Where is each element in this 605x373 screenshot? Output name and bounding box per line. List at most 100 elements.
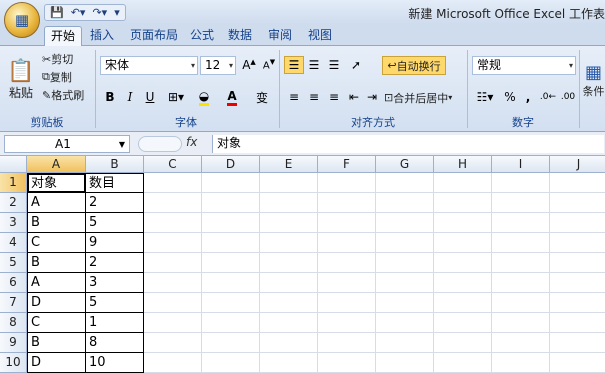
cell-b1[interactable]: 数目 [86, 173, 144, 193]
font-size-combo[interactable]: 12 ▾ [200, 56, 236, 75]
row-header-1[interactable]: 1 [0, 173, 27, 193]
tab-formulas[interactable]: 公式 [184, 26, 220, 46]
cell-b6[interactable]: 3 [86, 273, 144, 293]
tab-review[interactable]: 审阅 [262, 26, 298, 46]
column-header-j[interactable]: J [550, 156, 605, 173]
cell-j7[interactable] [550, 293, 605, 313]
cell-f7[interactable] [318, 293, 376, 313]
cell-g8[interactable] [376, 313, 434, 333]
tab-page-layout[interactable]: 页面布局 [124, 26, 184, 46]
cell-f4[interactable] [318, 233, 376, 253]
cell-i3[interactable] [492, 213, 550, 233]
phonetic-button[interactable]: 变 [252, 88, 272, 106]
bold-button[interactable]: B [100, 88, 120, 106]
cell-d4[interactable] [202, 233, 260, 253]
cell-j4[interactable] [550, 233, 605, 253]
tab-data[interactable]: 数据 [222, 26, 258, 46]
cell-a8[interactable]: C [27, 313, 86, 333]
font-name-combo[interactable]: 宋体 ▾ [100, 56, 198, 75]
cell-j9[interactable] [550, 333, 605, 353]
decrease-indent-button[interactable]: ⇤ [344, 88, 364, 106]
redo-icon[interactable]: ↷▾ [90, 6, 109, 19]
column-header-e[interactable]: E [260, 156, 318, 173]
row-header-6[interactable]: 6 [0, 273, 27, 293]
formula-bar-handle[interactable] [138, 136, 182, 152]
cell-d1[interactable] [202, 173, 260, 193]
cell-a6[interactable]: A [27, 273, 86, 293]
cell-d6[interactable] [202, 273, 260, 293]
cell-i9[interactable] [492, 333, 550, 353]
cell-d2[interactable] [202, 193, 260, 213]
cell-e6[interactable] [260, 273, 318, 293]
cell-c9[interactable] [144, 333, 202, 353]
cell-b9[interactable]: 8 [86, 333, 144, 353]
cell-i5[interactable] [492, 253, 550, 273]
cell-f8[interactable] [318, 313, 376, 333]
border-button[interactable]: ⊞▾ [166, 88, 186, 106]
cell-h4[interactable] [434, 233, 492, 253]
cell-i8[interactable] [492, 313, 550, 333]
copy-button[interactable]: ⧉ 复制 [42, 68, 72, 86]
row-header-5[interactable]: 5 [0, 253, 27, 273]
cell-g6[interactable] [376, 273, 434, 293]
cell-i6[interactable] [492, 273, 550, 293]
format-painter-button[interactable]: ✎ 格式刷 [42, 86, 84, 104]
cell-d3[interactable] [202, 213, 260, 233]
cell-c8[interactable] [144, 313, 202, 333]
cell-c6[interactable] [144, 273, 202, 293]
align-top-button[interactable]: ☰ [284, 56, 304, 74]
cell-e2[interactable] [260, 193, 318, 213]
cell-h2[interactable] [434, 193, 492, 213]
cell-c7[interactable] [144, 293, 202, 313]
comma-button[interactable]: , [518, 88, 538, 106]
cell-g3[interactable] [376, 213, 434, 233]
cell-e8[interactable] [260, 313, 318, 333]
cell-d9[interactable] [202, 333, 260, 353]
column-header-h[interactable]: H [434, 156, 492, 173]
cell-b10[interactable]: 10 [86, 353, 144, 373]
cell-g4[interactable] [376, 233, 434, 253]
increase-decimal-button[interactable]: .0← [538, 88, 558, 106]
align-left-button[interactable]: ≡ [284, 88, 304, 106]
underline-button[interactable]: U [140, 88, 160, 106]
cell-d8[interactable] [202, 313, 260, 333]
cell-a2[interactable]: A [27, 193, 86, 213]
cell-e10[interactable] [260, 353, 318, 373]
cell-a10[interactable]: D [27, 353, 86, 373]
cell-h3[interactable] [434, 213, 492, 233]
column-header-b[interactable]: B [86, 156, 144, 173]
cell-c10[interactable] [144, 353, 202, 373]
paste-button[interactable]: 📋 粘贴 [4, 50, 38, 110]
row-header-10[interactable]: 10 [0, 353, 27, 373]
cell-j6[interactable] [550, 273, 605, 293]
name-box[interactable]: A1 ▼ [4, 135, 130, 153]
cut-button[interactable]: ✂ 剪切 [42, 50, 73, 68]
row-header-3[interactable]: 3 [0, 213, 27, 233]
row-header-8[interactable]: 8 [0, 313, 27, 333]
cell-g1[interactable] [376, 173, 434, 193]
select-all-corner[interactable] [0, 156, 27, 173]
cell-d7[interactable] [202, 293, 260, 313]
grow-font-button[interactable]: A▲ [239, 56, 259, 74]
accounting-format-button[interactable]: ☷▾ [472, 88, 498, 106]
cell-c1[interactable] [144, 173, 202, 193]
cell-a5[interactable]: B [27, 253, 86, 273]
cell-j8[interactable] [550, 313, 605, 333]
column-header-f[interactable]: F [318, 156, 376, 173]
orientation-button[interactable]: ➚ [346, 56, 366, 74]
increase-indent-button[interactable]: ⇥ [362, 88, 382, 106]
insert-function-button[interactable]: fx [186, 135, 197, 149]
wrap-text-button[interactable]: ↩ 自动换行 [382, 56, 446, 75]
cell-b5[interactable]: 2 [86, 253, 144, 273]
cell-c5[interactable] [144, 253, 202, 273]
tab-home[interactable]: 开始 [44, 26, 83, 46]
align-center-button[interactable]: ≡ [304, 88, 324, 106]
row-header-4[interactable]: 4 [0, 233, 27, 253]
cell-b8[interactable]: 1 [86, 313, 144, 333]
row-header-7[interactable]: 7 [0, 293, 27, 313]
cell-d10[interactable] [202, 353, 260, 373]
cell-h6[interactable] [434, 273, 492, 293]
shrink-font-button[interactable]: A▼ [259, 56, 279, 74]
cell-e7[interactable] [260, 293, 318, 313]
cell-j2[interactable] [550, 193, 605, 213]
